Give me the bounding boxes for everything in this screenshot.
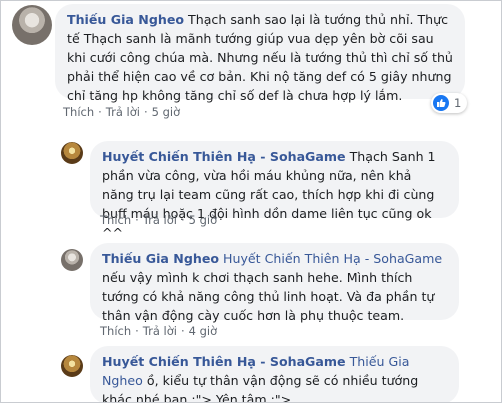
comment-bubble: Thiếu Gia Ngheo Thạch sanh sao lại là tư… xyxy=(55,4,465,103)
thumbs-up-icon xyxy=(433,95,449,111)
comment-text: ồ, kiểu tự thân vận động sẽ có nhiều tướ… xyxy=(102,373,419,403)
comment-author[interactable]: Huyết Chiến Thiên Hạ - SohaGame xyxy=(102,149,346,164)
comment-bubble: Thiếu Gia Ngheo Huyết Chiến Thiên Hạ - S… xyxy=(90,243,459,323)
avatar[interactable] xyxy=(12,5,52,45)
comment-bubble: Huyết Chiến Thiên Hạ - SohaGame Thiếu Gi… xyxy=(90,346,459,403)
comment-actions: Thích · Trả lời · 4 giờ xyxy=(100,324,217,338)
comment-actions: Thích · Trả lời · 5 giờ xyxy=(63,105,180,119)
avatar[interactable] xyxy=(61,355,83,377)
comment-actions: Thích · Trả lời · 5 giờ xyxy=(100,213,217,227)
comment-author[interactable]: Thiếu Gia Ngheo xyxy=(102,251,219,266)
separator: · xyxy=(135,213,139,227)
mention-link[interactable]: Huyết Chiến Thiên Hạ - SohaGame xyxy=(223,251,442,266)
separator: · xyxy=(180,324,185,338)
like-link[interactable]: Thích xyxy=(100,324,131,338)
reply-link[interactable]: Trả lời xyxy=(143,324,177,338)
avatar[interactable] xyxy=(61,249,83,271)
comment-author[interactable]: Huyết Chiến Thiên Hạ - SohaGame xyxy=(102,354,346,369)
timestamp[interactable]: 5 giờ xyxy=(152,105,181,119)
avatar[interactable] xyxy=(61,142,83,164)
timestamp[interactable]: 4 giờ xyxy=(189,324,218,338)
reaction-count: 1 xyxy=(454,96,462,110)
reply-link[interactable]: Trả lời xyxy=(143,213,177,227)
comment-text: nếu vậy mình k chơi thạch sanh hehe. Mìn… xyxy=(102,270,435,323)
comment-thread: Thiếu Gia Ngheo Thạch sanh sao lại là tư… xyxy=(0,0,502,403)
timestamp[interactable]: 5 giờ xyxy=(189,213,218,227)
comment-author[interactable]: Thiếu Gia Ngheo xyxy=(67,12,184,27)
comment-bubble: Huyết Chiến Thiên Hạ - SohaGame Thạch Sa… xyxy=(90,141,459,240)
like-link[interactable]: Thích xyxy=(63,105,94,119)
separator: · xyxy=(98,105,102,119)
separator: · xyxy=(135,324,139,338)
reply-link[interactable]: Trả lời xyxy=(106,105,140,119)
like-link[interactable]: Thích xyxy=(100,213,131,227)
reaction-count-badge[interactable]: 1 xyxy=(431,93,468,113)
separator: · xyxy=(180,213,185,227)
separator: · xyxy=(143,105,148,119)
